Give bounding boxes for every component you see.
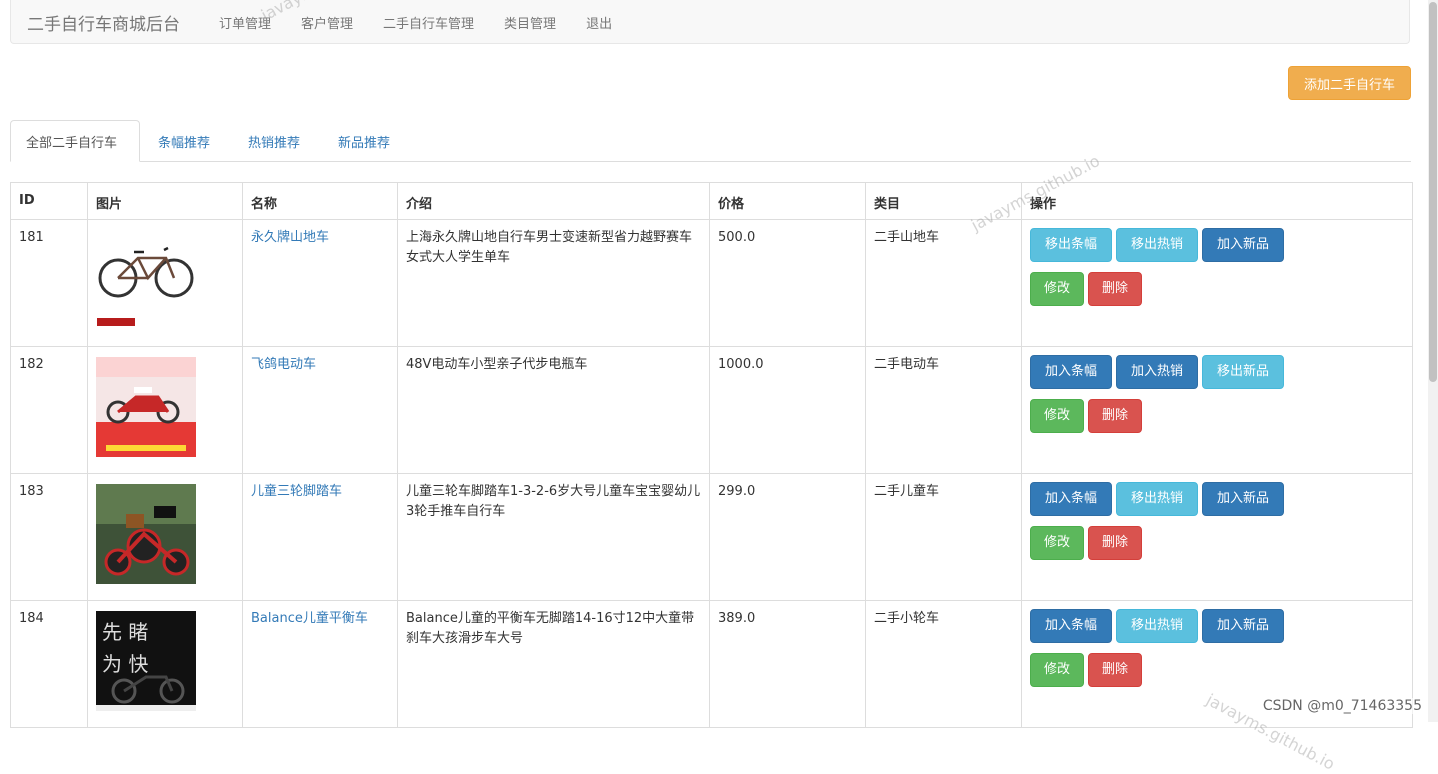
cell-name: 儿童三轮脚踏车 — [242, 473, 398, 601]
cell-id: 182 — [10, 346, 88, 474]
cell-category: 二手电动车 — [865, 346, 1022, 474]
col-header-actions: 操作 — [1021, 182, 1413, 220]
edit-button[interactable]: 修改 — [1030, 399, 1084, 433]
product-name-link[interactable]: 儿童三轮脚踏车 — [251, 484, 342, 499]
kids-tricycle-photo — [96, 484, 196, 584]
col-header-image: 图片 — [87, 182, 243, 220]
top-navbar: 二手自行车商城后台 订单管理 客户管理 二手自行车管理 类目管理 退出 — [10, 0, 1410, 44]
add-banner-button[interactable]: 加入条幅 — [1030, 355, 1112, 389]
cell-image — [87, 346, 243, 474]
remove-hot-button[interactable]: 移出热销 — [1116, 482, 1198, 516]
col-header-desc: 介绍 — [397, 182, 710, 220]
col-header-id: ID — [10, 182, 88, 220]
cell-image — [87, 219, 243, 347]
cell-name: Balance儿童平衡车 — [242, 600, 398, 728]
cell-name: 飞鸽电动车 — [242, 346, 398, 474]
table-row: 184 先 睹 为 快 Balance儿童平衡车 Balance儿童的平衡车无脚… — [10, 600, 1413, 728]
edit-button[interactable]: 修改 — [1030, 526, 1084, 560]
edit-button[interactable]: 修改 — [1030, 653, 1084, 687]
delete-button[interactable]: 删除 — [1088, 653, 1142, 687]
cell-id: 183 — [10, 473, 88, 601]
filter-tabs: 全部二手自行车 条幅推荐 热销推荐 新品推荐 — [10, 120, 1411, 162]
cell-price: 500.0 — [709, 219, 866, 347]
cell-image — [87, 473, 243, 601]
tab-banner[interactable]: 条幅推荐 — [143, 120, 225, 162]
tab-all-bikes[interactable]: 全部二手自行车 — [10, 120, 140, 162]
cell-category: 二手山地车 — [865, 219, 1022, 347]
col-header-price: 价格 — [709, 182, 866, 220]
brand-title[interactable]: 二手自行车商城后台 — [27, 10, 180, 35]
cell-price: 1000.0 — [709, 346, 866, 474]
nav-links: 订单管理 客户管理 二手自行车管理 类目管理 退出 — [219, 13, 642, 32]
svg-text:先 睹: 先 睹 — [102, 620, 148, 644]
nav-link-orders[interactable]: 订单管理 — [219, 13, 271, 32]
remove-hot-button[interactable]: 移出热销 — [1116, 228, 1198, 262]
remove-banner-button[interactable]: 移出条幅 — [1030, 228, 1112, 262]
add-hot-button[interactable]: 加入热销 — [1116, 355, 1198, 389]
cell-actions: 加入条幅 移出热销 加入新品 修改 删除 — [1021, 473, 1413, 601]
cell-desc: 48V电动车小型亲子代步电瓶车 — [397, 346, 710, 474]
cell-actions: 移出条幅 移出热销 加入新品 修改 删除 — [1021, 219, 1413, 347]
add-banner-button[interactable]: 加入条幅 — [1030, 609, 1112, 643]
cell-price: 299.0 — [709, 473, 866, 601]
svg-text:为 快: 为 快 — [102, 652, 148, 676]
table-header-row: ID 图片 名称 介绍 价格 类目 操作 — [10, 182, 1413, 220]
tab-new[interactable]: 新品推荐 — [323, 120, 405, 162]
csdn-credit: CSDN @m0_71463355 — [1262, 698, 1422, 714]
product-name-link[interactable]: 飞鸽电动车 — [251, 357, 316, 372]
delete-button[interactable]: 删除 — [1088, 526, 1142, 560]
nav-link-bikes[interactable]: 二手自行车管理 — [383, 13, 474, 32]
add-new-button[interactable]: 加入新品 — [1202, 228, 1284, 262]
cell-category: 二手小轮车 — [865, 600, 1022, 728]
add-new-button[interactable]: 加入新品 — [1202, 482, 1284, 516]
table-row: 181 永久牌山地车 上海永久牌山地自行车男士变速新型省力越野赛车女式大人学生单… — [10, 219, 1413, 347]
nav-link-categories[interactable]: 类目管理 — [504, 13, 556, 32]
table-row: 182 飞鸽电动车 48V电动车小型亲子代步电瓶车 1000.0 二手电动车 加… — [10, 346, 1413, 474]
balance-bike-photo: 先 睹 为 快 — [96, 611, 196, 711]
cell-desc: 儿童三轮车脚踏车1-3-2-6岁大号儿童车宝宝婴幼儿3轮手推车自行车 — [397, 473, 710, 601]
cell-image: 先 睹 为 快 — [87, 600, 243, 728]
tab-hot[interactable]: 热销推荐 — [233, 120, 315, 162]
nav-link-logout[interactable]: 退出 — [586, 13, 612, 32]
add-new-button[interactable]: 加入新品 — [1202, 609, 1284, 643]
bikes-table: ID 图片 名称 介绍 价格 类目 操作 181 永久牌山地车 上海永久牌山地自… — [10, 182, 1413, 728]
delete-button[interactable]: 删除 — [1088, 399, 1142, 433]
col-header-category: 类目 — [865, 182, 1022, 220]
cell-id: 181 — [10, 219, 88, 347]
remove-new-button[interactable]: 移出新品 — [1202, 355, 1284, 389]
remove-hot-button[interactable]: 移出热销 — [1116, 609, 1198, 643]
cell-id: 184 — [10, 600, 88, 728]
cell-name: 永久牌山地车 — [242, 219, 398, 347]
page-scrollbar[interactable] — [1428, 0, 1438, 722]
table-row: 183 儿童三轮脚踏车 儿童三轮车脚踏车1-3-2-6岁大号儿童车宝宝婴幼儿3轮… — [10, 473, 1413, 601]
delete-button[interactable]: 删除 — [1088, 272, 1142, 306]
product-name-link[interactable]: Balance儿童平衡车 — [251, 611, 368, 626]
add-bike-button[interactable]: 添加二手自行车 — [1288, 66, 1411, 100]
cell-desc: 上海永久牌山地自行车男士变速新型省力越野赛车女式大人学生单车 — [397, 219, 710, 347]
mountain-bike-photo — [96, 230, 196, 330]
cell-price: 389.0 — [709, 600, 866, 728]
nav-link-customers[interactable]: 客户管理 — [301, 13, 353, 32]
product-name-link[interactable]: 永久牌山地车 — [251, 230, 329, 245]
cell-actions: 加入条幅 加入热销 移出新品 修改 删除 — [1021, 346, 1413, 474]
add-banner-button[interactable]: 加入条幅 — [1030, 482, 1112, 516]
electric-scooter-photo — [96, 357, 196, 457]
cell-category: 二手儿童车 — [865, 473, 1022, 601]
edit-button[interactable]: 修改 — [1030, 272, 1084, 306]
col-header-name: 名称 — [242, 182, 398, 220]
cell-desc: Balance儿童的平衡车无脚踏14-16寸12中大童带刹车大孩滑步车大号 — [397, 600, 710, 728]
scrollbar-thumb[interactable] — [1429, 2, 1437, 382]
